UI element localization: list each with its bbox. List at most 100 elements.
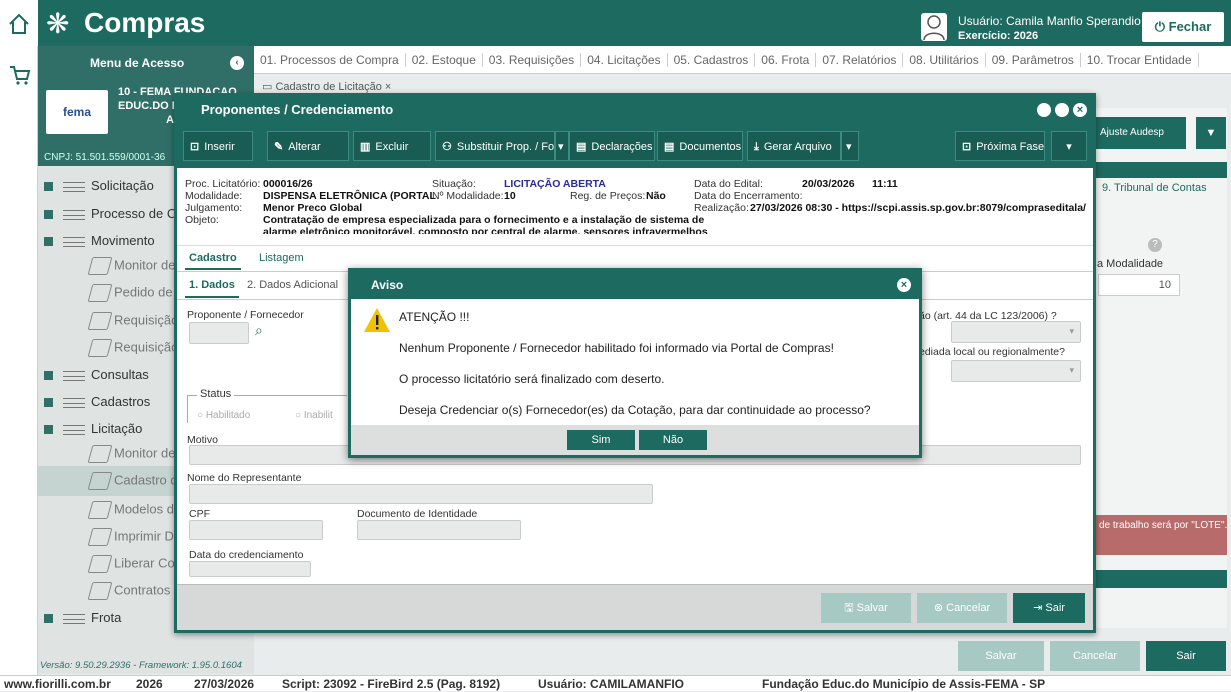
menu-item-parametros[interactable]: 09. Parâmetros [985, 53, 1081, 67]
warning-icon [363, 307, 391, 333]
nmod-label: Nº Modalidade: [432, 190, 504, 202]
tree-sub-pedido[interactable]: Pedido de [87, 284, 173, 302]
menu-item-cadastros[interactable]: 05. Cadastros [667, 53, 756, 67]
cart-icon[interactable] [9, 64, 31, 86]
tree-item-processo[interactable]: Processo de Co [44, 206, 184, 221]
tree-item-movimento[interactable]: Movimento [44, 233, 155, 248]
home-icon[interactable] [0, 0, 38, 46]
tree-sub-contratos[interactable]: Contratos [87, 582, 170, 600]
tree-item-licitacao[interactable]: Licitação [44, 421, 142, 436]
inabilitado-radio[interactable]: ○ Inabilit [295, 410, 333, 421]
menu-item-relatorios[interactable]: 07. Relatórios [816, 53, 904, 67]
subtab-dados-adicionais[interactable]: 2. Dados Adicional [247, 279, 338, 291]
tree-label: Cadastro d [114, 472, 178, 488]
status-site[interactable]: www.fiorilli.com.br [4, 676, 111, 692]
tree-sub-monitor[interactable]: Monitor de [87, 257, 175, 275]
declarations-label: Declarações [591, 141, 653, 153]
substitute-dropdown[interactable]: ▾ [555, 131, 569, 161]
expand-icon[interactable] [44, 398, 53, 408]
tree-item-consultas[interactable]: Consultas [44, 367, 149, 382]
tab-tribunal[interactable]: 9. Tribunal de Contas [1102, 182, 1207, 194]
generate-file-dropdown[interactable]: ▾ [841, 131, 859, 161]
cpf-input[interactable] [189, 520, 323, 540]
document-tab[interactable]: ▭ Cadastro de Licitação × [262, 80, 391, 94]
bg-exit-button[interactable]: Sair [1146, 641, 1226, 671]
search-icon[interactable]: ⌕ [255, 322, 275, 344]
modal-cancel-button[interactable]: ⊗ Cancelar [917, 593, 1007, 623]
bg-cancel-button[interactable]: Cancelar [1050, 641, 1140, 671]
tab-cadastro[interactable]: Cadastro [185, 252, 241, 270]
subtab-dados[interactable]: 1. Dados [185, 279, 239, 298]
status-date: 27/03/2026 [194, 677, 255, 691]
tree-item-cadastros[interactable]: Cadastros [44, 394, 150, 409]
declarations-button[interactable]: ▤ Declarações [569, 131, 655, 161]
menu-item-frota[interactable]: 06. Frota [755, 53, 817, 67]
menu-item-estoque[interactable]: 02. Estoque [405, 53, 483, 67]
menu-item-utilitarios[interactable]: 08. Utilitários [903, 53, 986, 67]
substitute-button[interactable]: ⚇ Substituir Prop. / For [435, 131, 555, 161]
realizacao-label: Realização: [694, 202, 749, 214]
minimize-icon[interactable] [1037, 103, 1051, 117]
documents-button[interactable]: ▤ Documentos [657, 131, 743, 161]
tab-listagem[interactable]: Listagem [259, 252, 304, 264]
modal-title: Proponentes / Credenciamento [201, 102, 394, 117]
close-modal-icon[interactable]: × [1073, 103, 1087, 117]
modalidade-field[interactable]: 10 [1098, 274, 1180, 296]
tree-sub-requisicao-1[interactable]: Requisição [87, 312, 178, 330]
delete-button[interactable]: ▥ Excluir [353, 131, 431, 161]
data-credenciamento-input[interactable] [189, 561, 311, 577]
restore-icon[interactable] [1055, 103, 1069, 117]
documento-input[interactable] [357, 520, 521, 540]
proponente-input[interactable] [189, 322, 249, 344]
menu-item-requisicoes[interactable]: 03. Requisições [482, 53, 582, 67]
close-dialog-icon[interactable]: × [897, 278, 911, 292]
tree-sub-monitor-lic[interactable]: Monitor de [87, 445, 175, 463]
bg-save-button[interactable]: Salvar [958, 641, 1044, 671]
insert-button[interactable]: ⊡ Inserir [183, 131, 253, 161]
tree-item-frota[interactable]: Frota [44, 610, 121, 625]
status-script: Script: 23092 - FireBird 2.5 (Pag. 8192) [282, 677, 501, 691]
tree-sub-modelos[interactable]: Modelos de [87, 501, 181, 519]
modal-save-button[interactable]: 🖫 Salvar [821, 593, 911, 623]
ajuste-audesp-dropdown[interactable]: ▼ [1196, 117, 1226, 149]
tree-label: Consultas [91, 367, 149, 382]
tree-sub-cadastro-lic[interactable]: Cadastro d [87, 472, 178, 490]
menu-item-licitacoes[interactable]: 04. Licitações [581, 53, 668, 67]
generate-file-button[interactable]: ⤓ Gerar Arquivo [747, 131, 841, 161]
close-button-label: Fechar [1168, 19, 1212, 34]
edital-time: 11:11 [872, 178, 898, 190]
expand-icon[interactable] [44, 182, 53, 192]
tree-sub-requisicao-2[interactable]: Requisição [87, 339, 178, 357]
warning-line-3: O processo licitatório será finalizado c… [399, 372, 665, 386]
next-phase-dropdown[interactable]: ▾ [1051, 131, 1087, 161]
close-tab-icon[interactable]: × [382, 81, 391, 93]
next-phase-button[interactable]: ⊡ Próxima Fase [955, 131, 1045, 161]
close-button[interactable]: ⏻ Fechar [1142, 12, 1224, 42]
proponente-label: Proponente / Fornecedor [187, 309, 304, 321]
collapse-icon[interactable] [44, 237, 53, 247]
edit-icon [87, 339, 113, 357]
collapse-icon[interactable] [44, 425, 53, 435]
expand-icon[interactable] [44, 614, 53, 624]
tree-item-solicitacao[interactable]: Solicitação [44, 178, 154, 193]
lc-select[interactable]: ▾ [951, 321, 1081, 343]
edit-button[interactable]: ✎ Alterar [267, 131, 349, 161]
no-button[interactable]: Não [639, 430, 707, 450]
ajuste-audesp-button[interactable]: Ajuste Audesp [1096, 117, 1186, 149]
help-icon[interactable]: ? [1148, 238, 1162, 252]
modal-cancel-label: Cancelar [946, 602, 991, 614]
yes-button[interactable]: Sim [567, 430, 635, 450]
collapse-sidebar-icon[interactable]: ‹ [230, 56, 244, 70]
edital-label: Data do Edital: [694, 178, 763, 190]
menu-item-processos[interactable]: 01. Processos de Compra [254, 53, 406, 67]
realizacao-value: 27/03/2026 08:30 - https://scpi.assis.sp… [750, 202, 1086, 214]
sediada-select[interactable]: ▾ [951, 360, 1081, 382]
habilitado-radio[interactable]: ○ Habilitado [197, 410, 250, 421]
modal-exit-button[interactable]: ⇥ Sair [1013, 593, 1085, 623]
expand-icon[interactable] [44, 210, 53, 220]
tree-sub-imprimir[interactable]: Imprimir Do [87, 528, 181, 546]
tree-sub-liberar[interactable]: Liberar Con [87, 555, 182, 573]
expand-icon[interactable] [44, 371, 53, 381]
menu-item-trocar-entidade[interactable]: 10. Trocar Entidade [1080, 53, 1199, 67]
representante-input[interactable] [189, 484, 653, 504]
